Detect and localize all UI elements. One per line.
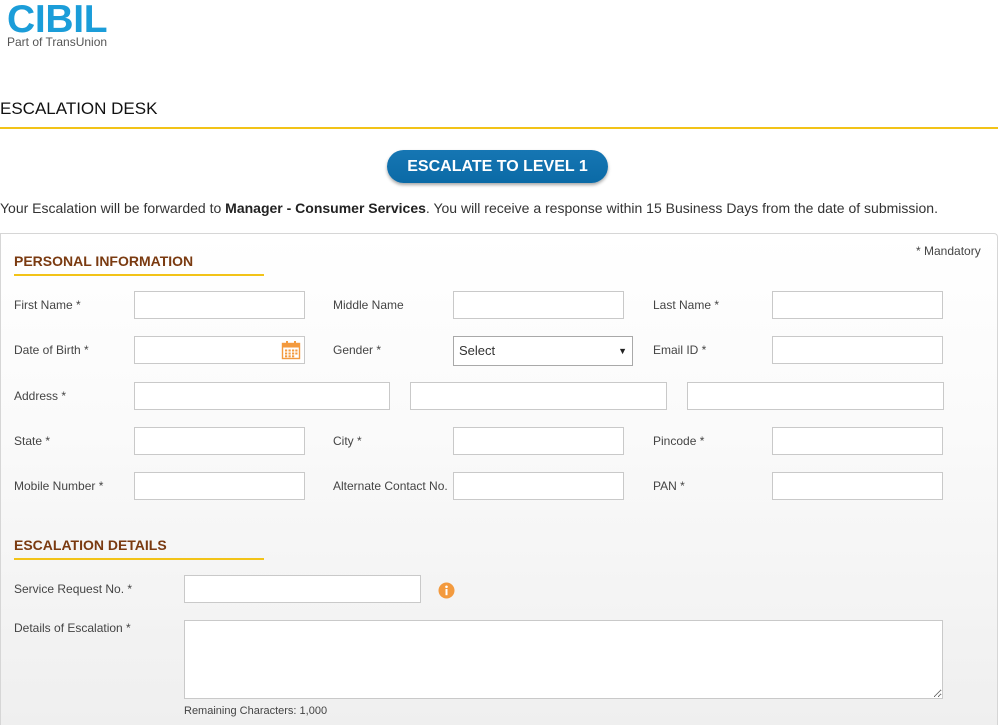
date-of-birth-field: [134, 336, 305, 364]
alternate-contact-input[interactable]: [453, 472, 624, 500]
last-name-label: Last Name *: [653, 298, 720, 312]
state-label: State *: [14, 434, 51, 448]
section-divider: [14, 558, 264, 560]
escalate-level-1-button[interactable]: ESCALATE TO LEVEL 1: [387, 150, 608, 183]
address-line-2-input[interactable]: [410, 382, 667, 410]
section-divider: [14, 274, 264, 276]
chevron-down-icon: ▼: [618, 346, 627, 356]
date-of-birth-label: Date of Birth *: [14, 343, 89, 357]
email-id-input[interactable]: [772, 336, 943, 364]
info-icon[interactable]: [438, 582, 455, 599]
city-label: City *: [333, 434, 362, 448]
middle-name-input[interactable]: [453, 291, 624, 319]
address-line-3-input[interactable]: [687, 382, 944, 410]
section-title-escalation-details: ESCALATION DETAILS: [14, 537, 167, 553]
pincode-label: Pincode *: [653, 434, 705, 448]
escalation-form-panel: * Mandatory PERSONAL INFORMATION First N…: [0, 233, 998, 725]
address-line-1-input[interactable]: [134, 382, 390, 410]
escalation-notice: Your Escalation will be forwarded to Man…: [0, 200, 938, 216]
section-title-personal-information: PERSONAL INFORMATION: [14, 253, 194, 269]
state-input[interactable]: [134, 427, 305, 455]
service-request-input[interactable]: [184, 575, 421, 603]
calendar-icon[interactable]: [281, 340, 301, 360]
gender-select[interactable]: Select ▼: [453, 336, 633, 366]
email-id-label: Email ID *: [653, 343, 707, 357]
gender-label: Gender *: [333, 343, 382, 357]
notice-text-after: . You will receive a response within 15 …: [425, 200, 938, 216]
details-of-escalation-textarea[interactable]: [184, 620, 943, 699]
notice-text-before: Your Escalation will be forwarded to: [0, 200, 226, 216]
brand-tagline: Part of TransUnion: [7, 35, 108, 49]
address-label: Address *: [14, 389, 67, 403]
mandatory-note: * Mandatory: [916, 244, 981, 258]
notice-recipient: Manager - Consumer Services: [225, 200, 426, 216]
first-name-input[interactable]: [134, 291, 305, 319]
details-of-escalation-label: Details of Escalation *: [14, 621, 131, 635]
middle-name-label: Middle Name: [333, 298, 404, 312]
last-name-input[interactable]: [772, 291, 943, 319]
service-request-label: Service Request No. *: [14, 582, 133, 596]
city-input[interactable]: [453, 427, 624, 455]
gender-selected-value: Select: [459, 343, 496, 358]
mobile-number-input[interactable]: [134, 472, 305, 500]
page-title: ESCALATION DESK: [0, 99, 158, 118]
first-name-label: First Name *: [14, 298, 81, 312]
pan-input[interactable]: [772, 472, 943, 500]
brand-logo: CIBIL: [7, 0, 108, 41]
mobile-number-label: Mobile Number *: [14, 479, 104, 493]
pincode-input[interactable]: [772, 427, 943, 455]
remaining-characters: Remaining Characters: 1,000: [184, 705, 328, 717]
alternate-contact-label: Alternate Contact No.: [333, 479, 448, 493]
title-divider: [0, 127, 998, 129]
pan-label: PAN *: [653, 479, 685, 493]
date-of-birth-input[interactable]: [134, 336, 305, 364]
